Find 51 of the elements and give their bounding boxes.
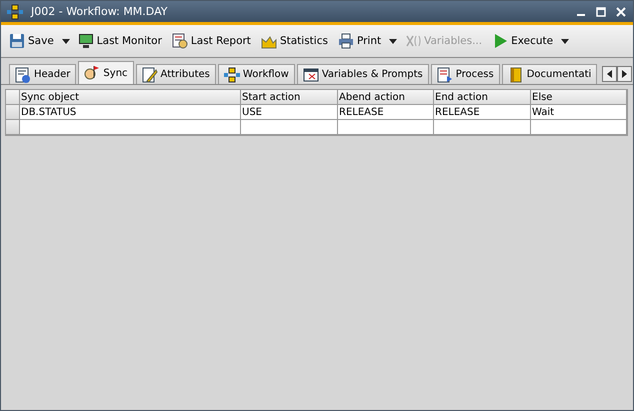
column-header[interactable]: Else (531, 90, 627, 105)
toolbar-button[interactable]: Last Report (170, 31, 253, 51)
list-icon (436, 66, 453, 82)
book-icon (508, 66, 524, 82)
column-header[interactable]: Sync object (20, 90, 241, 105)
play-icon (492, 33, 508, 49)
tab[interactable]: Workflow (218, 64, 295, 84)
table-cell[interactable] (20, 120, 241, 135)
scroll-left-button[interactable] (602, 66, 617, 82)
caret-icon[interactable] (389, 38, 398, 44)
window-title: J002 - Workflow: MM.DAY (31, 5, 168, 18)
tab[interactable]: Attributes (136, 64, 216, 84)
report-icon (172, 33, 188, 49)
table-cell[interactable]: RELEASE (434, 105, 531, 120)
close-icon[interactable] (615, 6, 627, 18)
table-cell[interactable]: RELEASE (338, 105, 434, 120)
left-arrow-icon (607, 70, 612, 78)
toolbar-button[interactable]: Statistics (258, 31, 330, 51)
column-header[interactable]: Start action (241, 90, 338, 105)
column-header[interactable]: Abend action (338, 90, 434, 105)
maximize-icon[interactable] (595, 6, 607, 18)
monitor-icon (78, 33, 94, 49)
table-cell[interactable]: USE (241, 105, 338, 120)
tab[interactable]: Header (9, 64, 76, 84)
pencil-icon (142, 66, 158, 82)
toolbar-button[interactable]: Save (7, 31, 56, 51)
column-header[interactable]: End action (434, 90, 531, 105)
table-cell[interactable] (338, 120, 434, 135)
tab[interactable]: Sync (78, 61, 134, 84)
table-cell[interactable]: DB.STATUS (20, 105, 241, 120)
caret-icon[interactable] (62, 38, 70, 44)
app-icon (7, 4, 23, 20)
toolbar-button[interactable]: Last Monitor (76, 31, 164, 51)
variables-icon (405, 33, 422, 49)
tab[interactable]: Variables & Prompts (296, 64, 429, 84)
toolbar-button[interactable]: Print (336, 31, 384, 51)
scroll-right-button[interactable] (617, 66, 632, 82)
table-cell[interactable]: Wait (531, 105, 627, 120)
tab[interactable]: Documentati (502, 64, 598, 84)
flow-icon (224, 66, 240, 82)
caret-icon[interactable] (561, 38, 570, 44)
toolbar-button[interactable]: Execute (490, 31, 556, 51)
table-cell[interactable] (531, 120, 627, 135)
printer-icon (338, 33, 354, 49)
document-icon (15, 66, 31, 82)
tab[interactable]: Process (430, 64, 500, 84)
window-icon (302, 66, 319, 82)
right-arrow-icon (622, 70, 627, 78)
table-cell[interactable] (434, 120, 531, 135)
flag-icon (84, 65, 100, 81)
table-cell[interactable] (241, 120, 338, 135)
